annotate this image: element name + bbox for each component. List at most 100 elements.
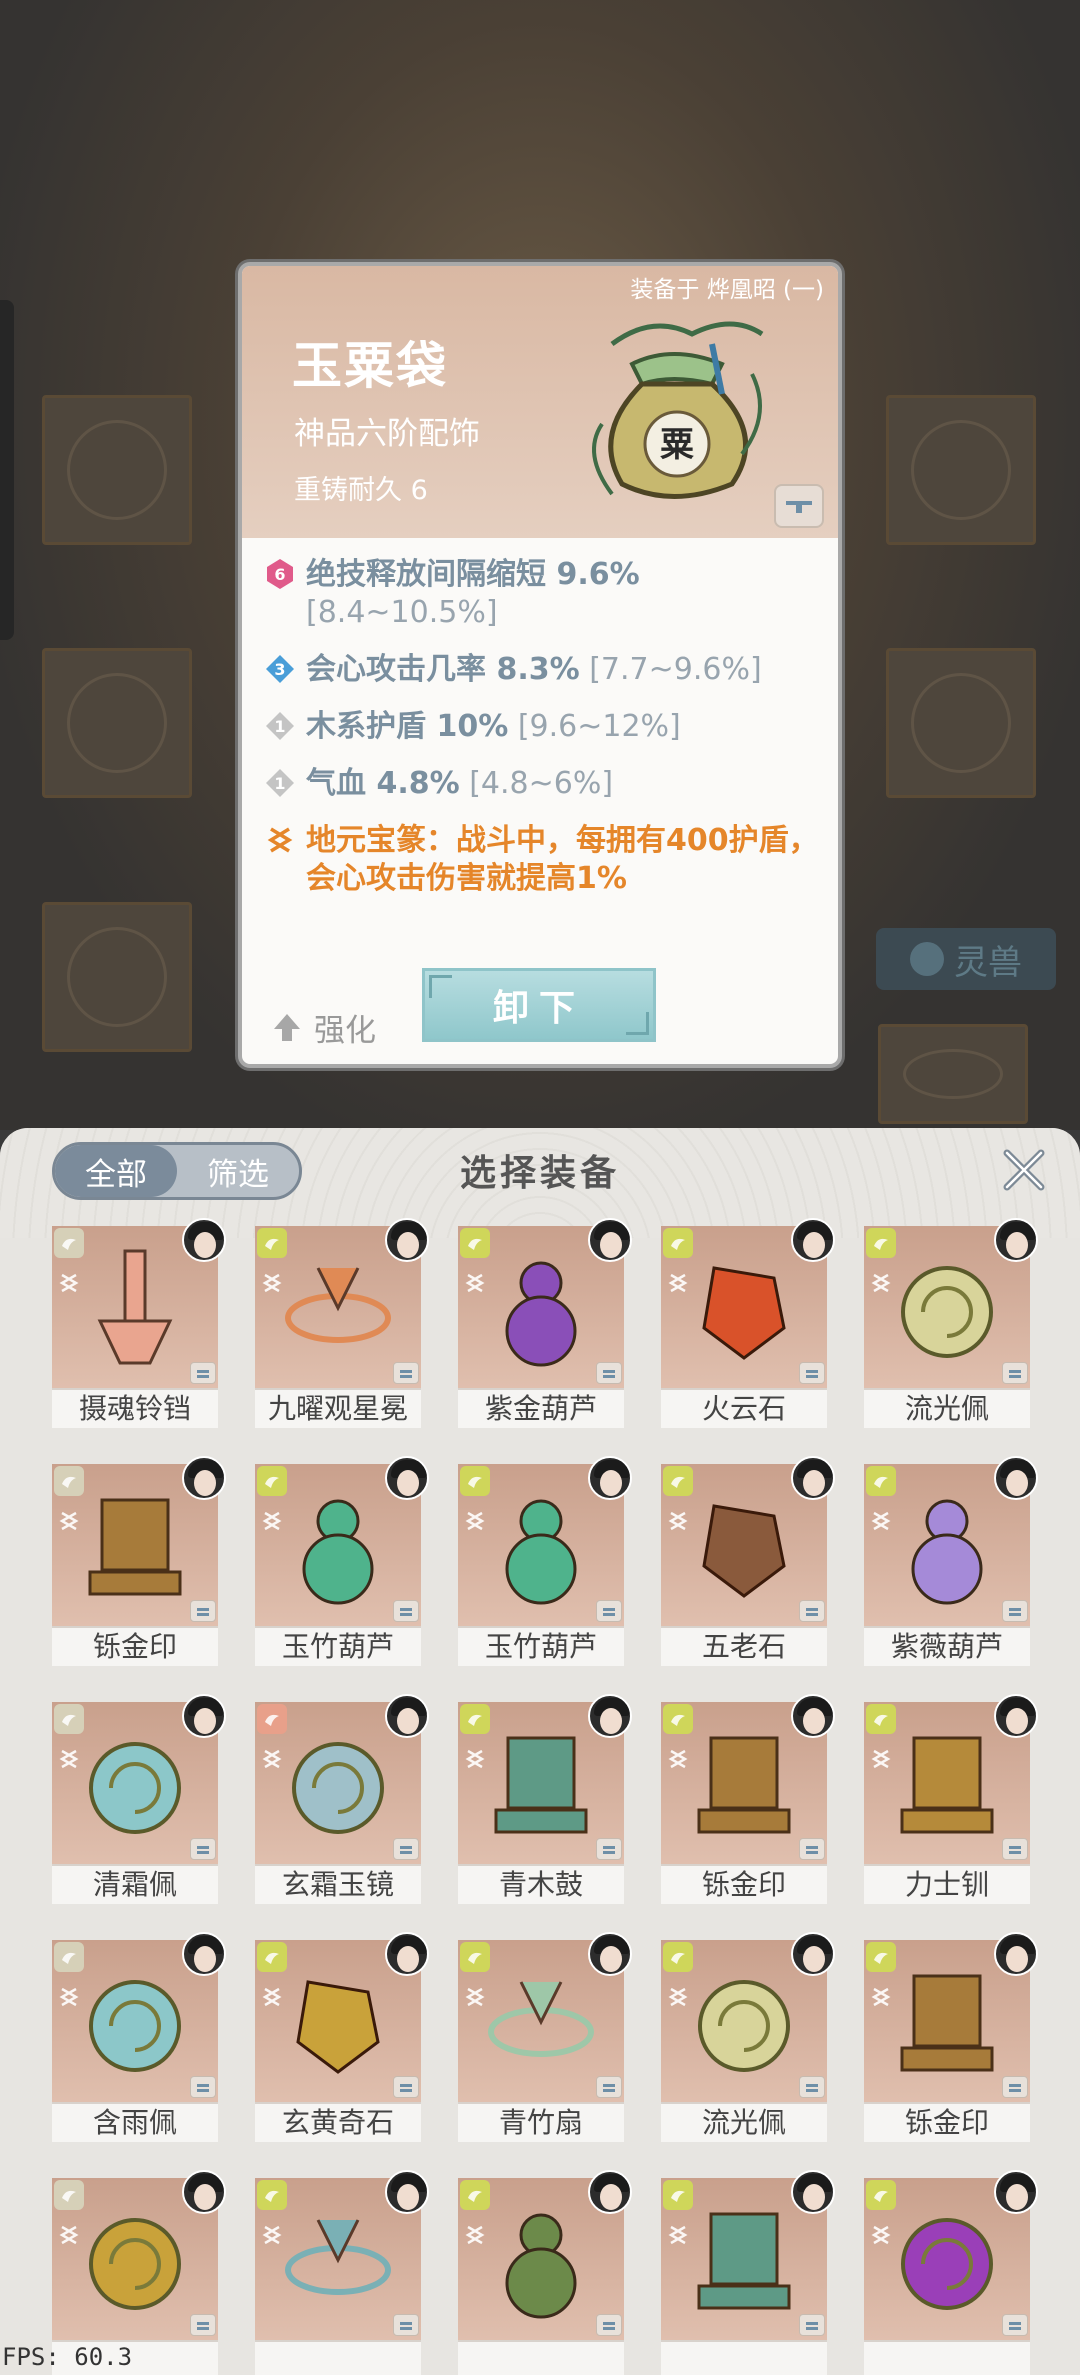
stat-row: 6 绝技释放间隔缩短 9.6% [8.4~10.5%] <box>262 556 820 632</box>
close-icon <box>1003 1149 1045 1191</box>
svg-text:1: 1 <box>274 717 285 736</box>
equipment-tile[interactable]: 火云石 <box>661 1218 835 1428</box>
equipment-tile[interactable]: 玉竹葫芦 <box>255 1456 429 1666</box>
owner-portrait-avatar <box>994 1694 1038 1738</box>
equipment-tile[interactable] <box>255 2170 429 2375</box>
svg-text:3: 3 <box>274 660 285 679</box>
lock-icon <box>1002 2314 1028 2336</box>
equipment-tile[interactable]: 流光佩 <box>864 1218 1038 1428</box>
stat-text: 气血 4.8% <box>306 766 460 801</box>
unequip-button[interactable]: 卸下 <box>422 968 656 1042</box>
upgrade-label: 强化 <box>314 1013 376 1049</box>
side-tab-handle <box>0 300 14 640</box>
lock-icon <box>799 1838 825 1860</box>
equipment-tile[interactable]: 五老石 <box>661 1456 835 1666</box>
equipment-tile[interactable]: 力士钏 <box>864 1694 1038 1904</box>
equipment-tile[interactable]: 铄金印 <box>661 1694 835 1904</box>
equipment-tile[interactable]: 青木鼓 <box>458 1694 632 1904</box>
bg-equip-slot-pet <box>878 1024 1028 1124</box>
equipment-name <box>864 2340 1030 2375</box>
lock-icon <box>596 1600 622 1622</box>
equipment-name: 青竹扇 <box>458 2102 624 2142</box>
equipment-art <box>486 1724 596 1848</box>
equipment-tile[interactable]: 玄黄奇石 <box>255 1932 429 2142</box>
owner-portrait-avatar <box>791 1456 835 1500</box>
equipment-tile[interactable]: 紫金葫芦 <box>458 1218 632 1428</box>
equipment-tile[interactable]: 含雨佩 <box>52 1932 226 2142</box>
rank-mark-icon <box>261 1510 283 1532</box>
owner-portrait-avatar <box>994 1456 1038 1500</box>
equipment-art <box>491 1481 591 1615</box>
stat-level-badge-icon: 3 <box>262 651 298 687</box>
equipment-art <box>491 2195 591 2329</box>
owner-portrait-avatar <box>385 2170 429 2214</box>
lock-icon <box>393 2314 419 2336</box>
item-header: 装备于 烨凰昭 (一) 玉粟袋 神品六阶配饰 重铸耐久 6 粟 <box>242 266 838 538</box>
stat-text: 木系护盾 10% <box>306 709 509 744</box>
element-attribute-icon <box>866 1466 896 1496</box>
bg-equip-slot-weapon <box>42 395 192 545</box>
equipment-tile[interactable] <box>661 2170 835 2375</box>
stat-row: 1 气血 4.8% [4.8~6%] <box>262 765 820 803</box>
equipment-name: 流光佩 <box>661 2102 827 2142</box>
pouch-glyph: 粟 <box>660 425 694 465</box>
upgrade-button[interactable]: 强化 <box>270 1005 376 1050</box>
equipment-name: 玉竹葫芦 <box>255 1626 421 1666</box>
equipment-tile[interactable]: 青竹扇 <box>458 1932 632 2142</box>
lock-icon <box>596 2076 622 2098</box>
element-attribute-icon <box>460 2180 490 2210</box>
item-detail-card: 装备于 烨凰昭 (一) 玉粟袋 神品六阶配饰 重铸耐久 6 粟 6 绝技释放间隔… <box>238 262 842 1068</box>
equipment-tile[interactable]: 流光佩 <box>661 1932 835 2142</box>
equipment-art <box>689 1724 799 1848</box>
svg-text:6: 6 <box>274 565 285 584</box>
equipment-tile[interactable]: 铄金印 <box>52 1456 226 1666</box>
bg-equip-slot-drum <box>886 648 1036 798</box>
bg-equip-slot-armor <box>42 648 192 798</box>
equipment-art <box>684 1248 804 1372</box>
close-button[interactable] <box>996 1142 1052 1198</box>
owner-portrait-avatar <box>182 1218 226 1262</box>
equipment-tile[interactable]: 玉竹葫芦 <box>458 1456 632 1666</box>
equipment-tile[interactable]: 铄金印 <box>864 1932 1038 2142</box>
owner-portrait-avatar <box>588 1218 632 1262</box>
owner-portrait-avatar <box>182 1694 226 1738</box>
equipment-tile[interactable]: 紫薇葫芦 <box>864 1456 1038 1666</box>
lock-button[interactable] <box>774 484 824 528</box>
equipment-tile[interactable] <box>864 2170 1038 2375</box>
equipment-art <box>278 1248 398 1372</box>
equipment-name <box>255 2340 421 2375</box>
equipment-tile[interactable]: 九曜观星冕 <box>255 1218 429 1428</box>
pet-tab-label: 灵兽 <box>954 942 1022 983</box>
owner-portrait-avatar <box>588 1694 632 1738</box>
item-durability: 重铸耐久 6 <box>294 475 428 506</box>
svg-text:1: 1 <box>274 774 285 793</box>
stat-text: 会心攻击几率 8.3% <box>306 652 580 687</box>
equipment-art <box>80 1243 190 1377</box>
equipment-art <box>892 1962 1002 2086</box>
equipment-tile[interactable] <box>458 2170 632 2375</box>
equipment-name: 紫薇葫芦 <box>864 1626 1030 1666</box>
equipment-tile[interactable]: 清霜佩 <box>52 1694 226 1904</box>
rank-mark-icon <box>870 1510 892 1532</box>
item-title: 玉粟袋 <box>292 336 448 395</box>
equipment-art <box>80 1486 190 1610</box>
equipment-tile[interactable]: 摄魂铃铛 <box>52 1218 226 1428</box>
lock-icon <box>393 1362 419 1384</box>
equipment-tile[interactable]: 玄霜玉镜 <box>255 1694 429 1904</box>
lock-icon <box>596 2314 622 2336</box>
item-grade: 神品六阶配饰 <box>294 416 480 452</box>
rank-mark-icon <box>58 1510 80 1532</box>
arrow-up-icon <box>274 1013 300 1041</box>
bg-equip-slot-accessory <box>886 395 1036 545</box>
owner-portrait-avatar <box>791 1932 835 1976</box>
equipment-name: 含雨佩 <box>52 2102 218 2142</box>
owner-portrait-avatar <box>385 1218 429 1262</box>
pet-icon <box>910 942 944 976</box>
owner-portrait-avatar <box>385 1932 429 1976</box>
pet-tab-button: 灵兽 <box>876 928 1056 990</box>
lock-icon <box>393 2076 419 2098</box>
lock-icon <box>799 2314 825 2336</box>
equipment-name <box>661 2340 827 2375</box>
equipment-art <box>481 1962 601 2086</box>
equipment-art <box>75 1962 195 2086</box>
